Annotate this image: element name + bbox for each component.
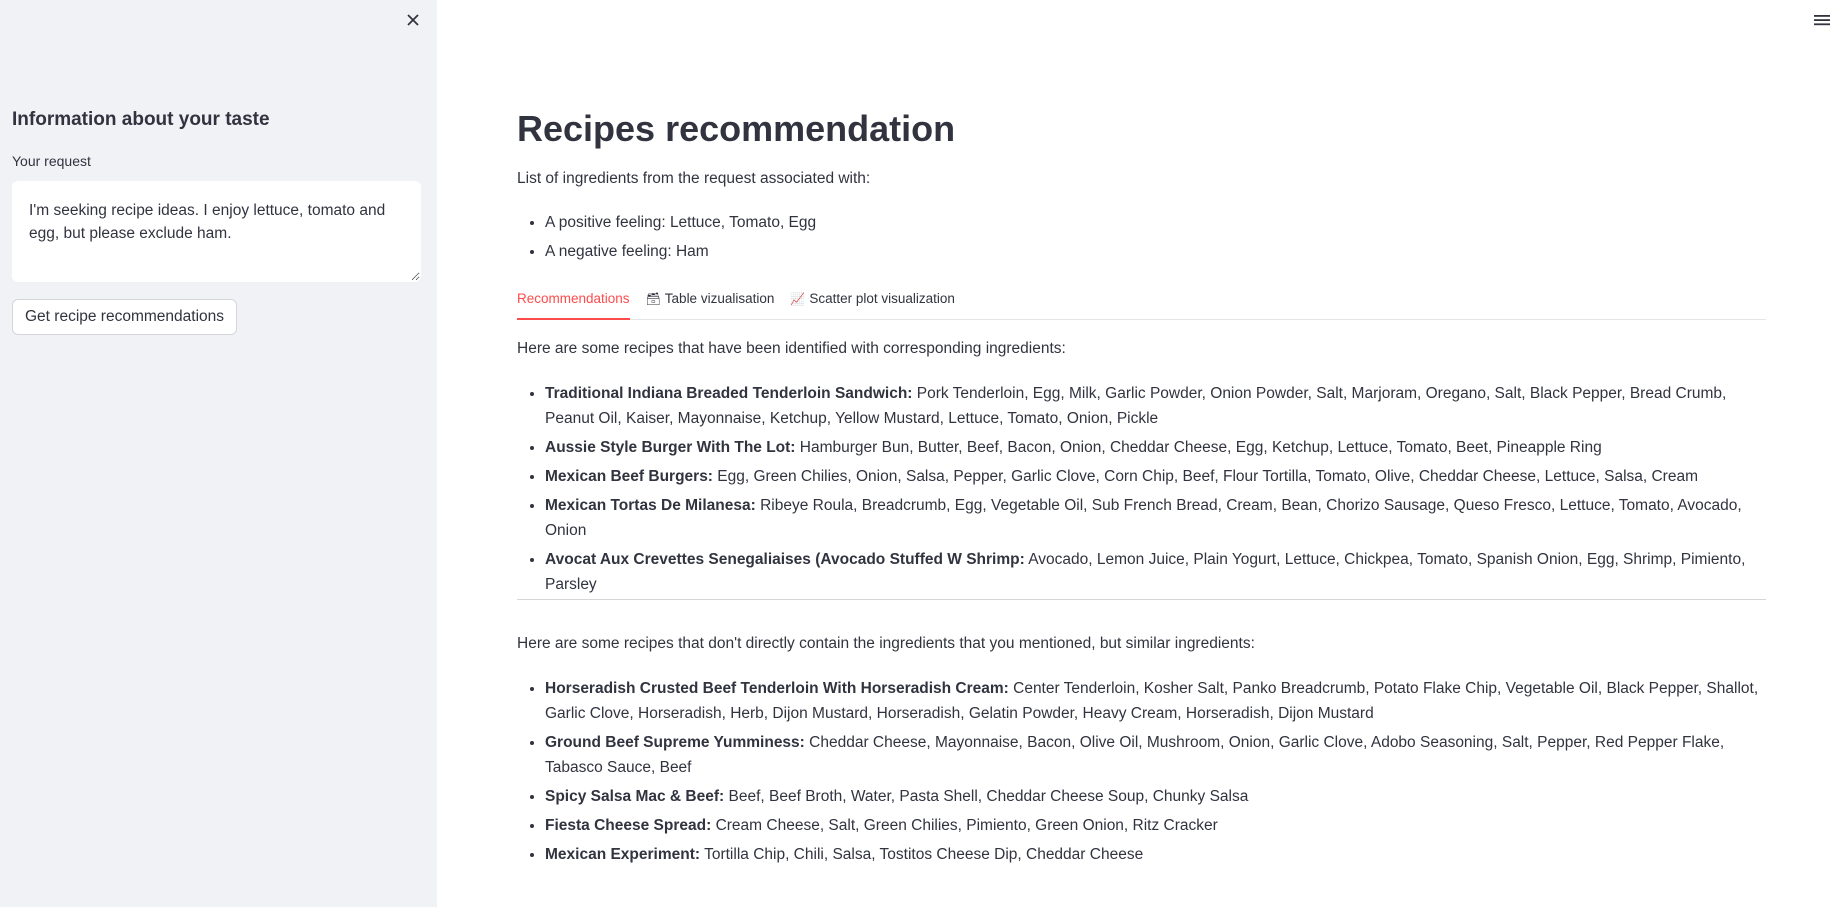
recipe-name: Spicy Salsa Mac & Beef: [545,788,725,805]
page-title: Recipes recommendation [517,108,956,149]
recipe-item: Horseradish Crusted Beef Tenderloin With… [545,676,1766,726]
hamburger-menu-icon [1814,15,1830,26]
tab-scatter-label: Scatter plot visualization [809,291,955,306]
recipe-item: Mexican Experiment: Tortilla Chip, Chili… [545,842,1766,867]
recipe-name: Horseradish Crusted Beef Tenderloin With… [545,680,1009,697]
negative-feeling-item: A negative feeling: Ham [545,237,816,266]
tab-recommendations[interactable]: Recommendations [517,288,630,320]
recipe-ingredients: Egg, Green Chilies, Onion, Salsa, Pepper… [717,468,1698,485]
tab-scatter-plot-visualization[interactable]: 📈 Scatter plot visualization [790,288,955,320]
recipe-ingredients: Beef, Beef Broth, Water, Pasta Shell, Ch… [728,788,1249,805]
direct-match-recipe-list: Traditional Indiana Breaded Tenderloin S… [517,381,1766,601]
card-file-box-icon: 🗃 [645,292,661,306]
tab-bar: Recommendations 🗃 Table vizualisation 📈 … [517,288,1766,320]
recipe-name: Aussie Style Burger With The Lot: [545,439,796,456]
similar-match-recipe-list: Horseradish Crusted Beef Tenderloin With… [517,676,1766,871]
recipe-item: Avocat Aux Crevettes Senegaliaises (Avoc… [545,547,1766,597]
close-icon [407,14,419,26]
main-menu-button[interactable] [1812,12,1832,28]
tab-table-label: Table vizualisation [664,291,775,306]
recipe-ingredients: Hamburger Bun, Butter, Beef, Bacon, Onio… [799,439,1602,456]
recipe-item: Aussie Style Burger With The Lot: Hambur… [545,435,1766,460]
recipe-name: Fiesta Cheese Spread: [545,817,712,834]
feelings-list: A positive feeling: Lettuce, Tomato, Egg… [517,208,816,266]
recipe-name: Mexican Experiment: [545,846,701,863]
intro-text: List of ingredients from the request ass… [517,170,871,187]
recipe-name: Mexican Beef Burgers: [545,468,713,485]
recipe-ingredients: Cream Cheese, Salt, Green Chilies, Pimie… [715,817,1218,834]
recipe-item: Ground Beef Supreme Yumminess: Cheddar C… [545,730,1766,780]
sidebar-title: Information about your taste [12,109,270,130]
request-label: Your request [12,153,91,169]
tab-recommendations-label: Recommendations [517,291,630,306]
recipe-name: Avocat Aux Crevettes Senegaliaises (Avoc… [545,551,1025,568]
recipe-name: Traditional Indiana Breaded Tenderloin S… [545,385,913,402]
chart-increasing-icon: 📈 [790,292,806,306]
tab-table-vizualisation[interactable]: 🗃 Table vizualisation [646,288,775,320]
request-textarea[interactable]: I'm seeking recipe ideas. I enjoy lettuc… [12,181,421,282]
recipe-item: Traditional Indiana Breaded Tenderloin S… [545,381,1766,431]
similar-match-intro: Here are some recipes that don't directl… [517,635,1255,652]
section-divider [517,599,1766,600]
sidebar: Information about your taste Your reques… [0,0,437,907]
recipe-item: Spicy Salsa Mac & Beef: Beef, Beef Broth… [545,784,1766,809]
positive-feeling-item: A positive feeling: Lettuce, Tomato, Egg [545,208,816,237]
recipe-item: Fiesta Cheese Spread: Cream Cheese, Salt… [545,813,1766,838]
recipe-item: Mexican Beef Burgers: Egg, Green Chilies… [545,464,1766,489]
recipe-item: Mexican Tortas De Milanesa: Ribeye Roula… [545,493,1766,543]
get-recommendations-button[interactable]: Get recipe recommendations [12,299,238,335]
close-sidebar-button[interactable] [403,10,423,30]
recipe-ingredients: Tortilla Chip, Chili, Salsa, Tostitos Ch… [704,846,1144,863]
recipe-name: Mexican Tortas De Milanesa: [545,497,756,514]
direct-match-intro: Here are some recipes that have been ide… [517,340,1066,357]
recipe-name: Ground Beef Supreme Yumminess: [545,734,805,751]
